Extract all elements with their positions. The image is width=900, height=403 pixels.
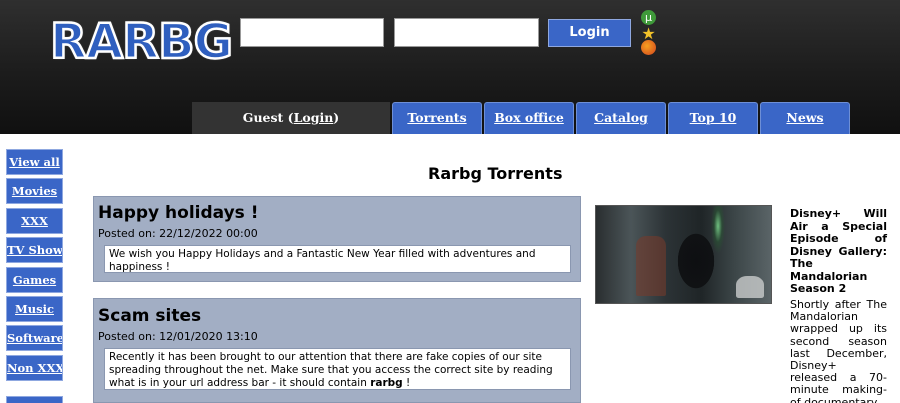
- thumbnail-figure: [736, 276, 764, 298]
- news-body: We wish you Happy Holidays and a Fantast…: [104, 245, 571, 273]
- sidebar-item-music[interactable]: Music: [6, 296, 63, 322]
- sidebar-item-xxx[interactable]: XXX: [6, 208, 63, 234]
- utorrent-icon[interactable]: µ: [641, 10, 656, 25]
- guest-label: Guest (: [242, 110, 294, 125]
- password-input[interactable]: [394, 18, 539, 47]
- news-heading: Scam sites: [98, 306, 202, 326]
- news-body: Recently it has been brought to our atte…: [104, 348, 571, 390]
- site-logo[interactable]: RARBG: [49, 13, 235, 72]
- article-thumbnail[interactable]: [595, 205, 772, 304]
- sidebar-item-non-xxx[interactable]: Non XXX: [6, 355, 63, 381]
- news-date: Posted on: 12/01/2020 13:10: [98, 330, 258, 343]
- news-body-highlight: rarbg: [370, 377, 403, 389]
- news-heading: Happy holidays !: [98, 203, 259, 223]
- news-item: Scam sites Posted on: 12/01/2020 13:10 R…: [93, 298, 581, 403]
- sidebar-item-tv-shows[interactable]: TV Shows: [6, 237, 63, 263]
- thumbnail-figure: [636, 236, 666, 296]
- page-title: Rarbg Torrents: [428, 164, 563, 183]
- tab-box-office[interactable]: Box office: [484, 102, 574, 134]
- guest-tab: Guest (Login): [192, 102, 390, 134]
- news-date: Posted on: 22/12/2022 00:00: [98, 227, 258, 240]
- star-icon[interactable]: ★: [641, 26, 656, 42]
- username-input[interactable]: [240, 18, 384, 47]
- firefox-icon[interactable]: [641, 40, 656, 55]
- tab-top-10[interactable]: Top 10: [668, 102, 758, 134]
- article-title[interactable]: Disney+ Will Air a Special Episode of Di…: [790, 207, 887, 296]
- sidebar-item-movies[interactable]: Movies: [6, 178, 63, 204]
- login-button[interactable]: Login: [548, 19, 631, 47]
- news-body-text: Recently it has been brought to our atte…: [109, 351, 553, 389]
- tab-news[interactable]: News: [760, 102, 850, 134]
- tab-torrents[interactable]: Torrents: [392, 102, 482, 134]
- sidebar-item-view-all[interactable]: View all: [6, 149, 63, 175]
- tab-catalog[interactable]: Catalog: [576, 102, 666, 134]
- news-item: Happy holidays ! Posted on: 22/12/2022 0…: [93, 196, 581, 282]
- news-body-end: !: [402, 377, 411, 389]
- sidebar-item-games[interactable]: Games: [6, 267, 63, 293]
- article-text: Shortly after The Mandalorian wrapped up…: [790, 299, 887, 403]
- sidebar-item-software[interactable]: Software: [6, 325, 63, 351]
- guest-login-link[interactable]: Login: [294, 110, 334, 125]
- sidebar-item-more[interactable]: [6, 396, 63, 403]
- guest-label-close: ): [333, 110, 340, 125]
